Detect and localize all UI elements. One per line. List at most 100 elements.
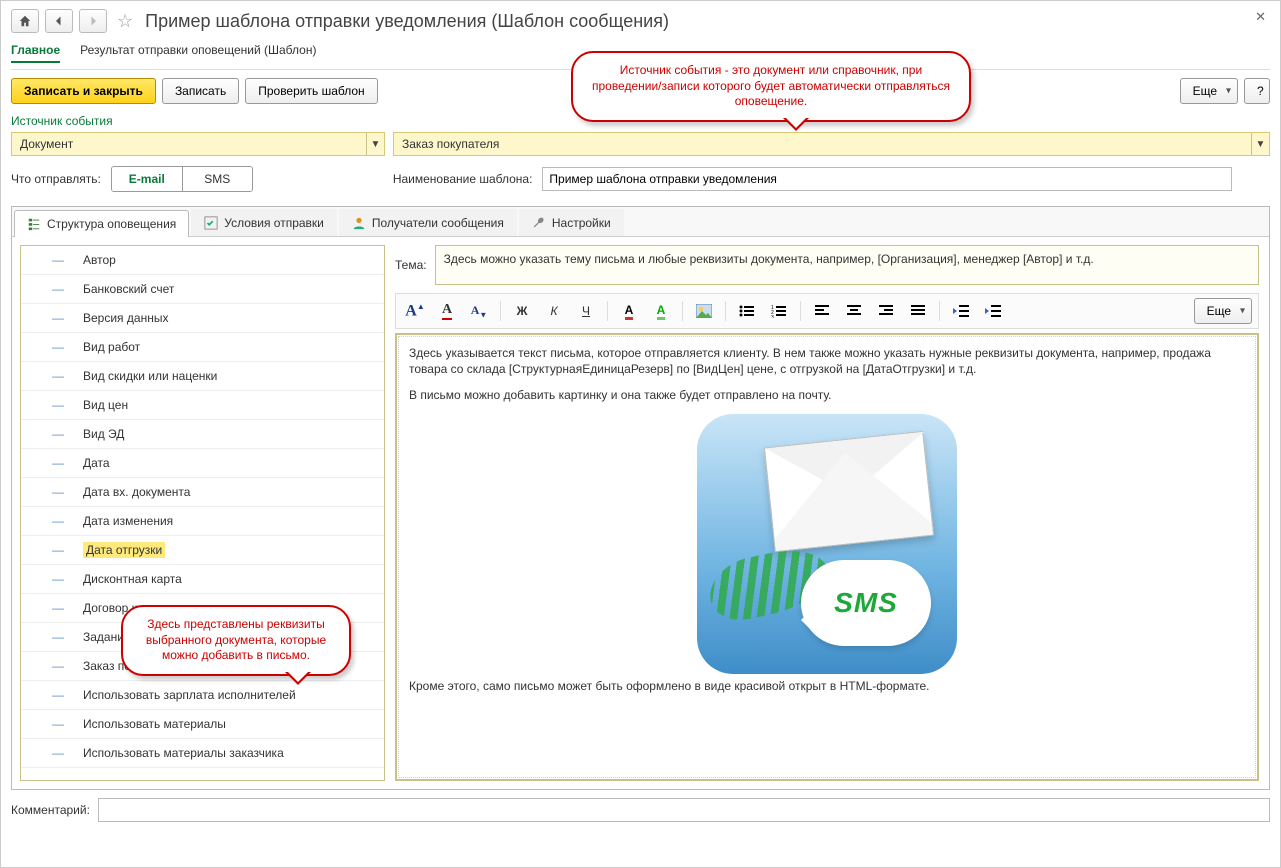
field-icon: — <box>51 427 65 441</box>
callout-text: Источник события - это документ или спра… <box>592 63 950 108</box>
tree-item-label: Дата <box>83 456 110 470</box>
tree-item-label: Версия данных <box>83 311 168 325</box>
align-justify-icon[interactable] <box>905 299 931 323</box>
toggle-sms[interactable]: SMS <box>182 167 252 191</box>
help-button[interactable]: ? <box>1244 78 1270 104</box>
rich-editor-toolbar: A▲ A A▼ Ж К Ч A A <box>395 293 1259 329</box>
body-paragraph: Здесь указывается текст письма, которое … <box>409 345 1245 377</box>
editor-more-button[interactable]: Еще <box>1194 298 1252 324</box>
source-object-dropdown[interactable]: Заказ покупателя ▼ <box>393 132 1270 156</box>
field-icon: — <box>51 688 65 702</box>
event-source-row: Документ ▼ Заказ покупателя ▼ <box>11 132 1270 156</box>
field-icon: — <box>51 746 65 760</box>
bullet-list-icon[interactable] <box>734 299 760 323</box>
field-icon: — <box>51 514 65 528</box>
underline-icon[interactable]: Ч <box>573 299 599 323</box>
outdent-icon[interactable] <box>948 299 974 323</box>
sms-illustration: SMS <box>697 414 957 674</box>
notification-tabbox: Структура оповещения Условия отправки По… <box>11 206 1270 790</box>
attributes-tree[interactable]: —Автор—Банковский счет—Версия данных—Вид… <box>20 245 385 781</box>
separator <box>800 301 801 321</box>
field-icon: — <box>51 543 65 557</box>
separator <box>607 301 608 321</box>
send-options-row: Что отправлять: E-mail SMS Наименование … <box>11 166 1270 192</box>
close-button[interactable]: ✕ <box>1255 9 1266 25</box>
tree-item[interactable]: —Использовать зарплата исполнителей <box>21 681 384 710</box>
editor-pane: Тема: Здесь можно указать тему письма и … <box>389 237 1269 789</box>
tree-item[interactable]: —Использовать материалы <box>21 710 384 739</box>
tree-item[interactable]: —Дата изменения <box>21 507 384 536</box>
comment-input[interactable] <box>98 798 1270 822</box>
highlight-color-icon[interactable]: A <box>648 299 674 323</box>
save-button[interactable]: Записать <box>162 78 239 104</box>
check-template-button[interactable]: Проверить шаблон <box>245 78 377 104</box>
field-icon: — <box>51 601 65 615</box>
tree-item[interactable]: —Дисконтная карта <box>21 565 384 594</box>
tab-settings[interactable]: Настройки <box>519 209 624 236</box>
back-button[interactable] <box>45 9 73 33</box>
tree-item[interactable]: — Дата отгрузки <box>21 536 384 565</box>
body-paragraph: Кроме этого, само письмо может быть офор… <box>409 678 1245 694</box>
subject-label: Тема: <box>395 258 427 272</box>
field-icon: — <box>51 398 65 412</box>
tree-item[interactable]: — Версия данных <box>21 304 384 333</box>
tab-conditions[interactable]: Условия отправки <box>191 209 337 236</box>
field-icon: — <box>51 369 65 383</box>
tab-structure[interactable]: Структура оповещения <box>14 210 189 237</box>
bold-icon[interactable]: Ж <box>509 299 535 323</box>
tab-recipients[interactable]: Получатели сообщения <box>339 209 517 236</box>
separator <box>682 301 683 321</box>
field-icon: — <box>51 282 65 296</box>
field-icon: — <box>51 572 65 586</box>
chevron-down-icon: ▼ <box>366 133 384 155</box>
save-and-close-button[interactable]: Записать и закрыть <box>11 78 156 104</box>
align-left-icon[interactable] <box>809 299 835 323</box>
text-color-icon[interactable]: A <box>616 299 642 323</box>
tree-item[interactable]: —Дата вх. документа <box>21 478 384 507</box>
italic-icon[interactable]: К <box>541 299 567 323</box>
font-size-decrease-icon[interactable]: A▼ <box>466 299 492 323</box>
subject-input[interactable]: Здесь можно указать тему письма и любые … <box>435 245 1259 285</box>
tree-item-label: Дата отгрузки <box>83 542 165 558</box>
source-type-dropdown[interactable]: Документ ▼ <box>11 132 385 156</box>
align-center-icon[interactable] <box>841 299 867 323</box>
callout-event-source: Источник события - это документ или спра… <box>571 51 971 122</box>
favorite-star-icon[interactable]: ☆ <box>117 11 133 32</box>
font-color-icon[interactable]: A <box>434 299 460 323</box>
font-size-increase-icon[interactable]: A▲ <box>402 299 428 323</box>
callout-text: Здесь представлены реквизиты выбранного … <box>146 617 326 662</box>
tree-item-label: Использовать материалы заказчика <box>83 746 284 760</box>
tree-item[interactable]: —Дата <box>21 449 384 478</box>
forward-button[interactable] <box>79 9 107 33</box>
tree-item[interactable]: —Вид ЭД <box>21 420 384 449</box>
insert-image-icon[interactable] <box>691 299 717 323</box>
email-body-editor[interactable]: Здесь указывается текст письма, которое … <box>395 333 1259 781</box>
comment-row: Комментарий: <box>11 798 1270 822</box>
tab-main[interactable]: Главное <box>11 43 60 63</box>
tree-icon <box>27 217 41 231</box>
tab-results[interactable]: Результат отправки оповещений (Шаблон) <box>80 43 316 63</box>
more-menu-button[interactable]: Еще <box>1180 78 1238 104</box>
tree-item-label: Вид скидки или наценки <box>83 369 217 383</box>
subject-row: Тема: Здесь можно указать тему письма и … <box>395 245 1259 285</box>
field-icon: — <box>51 311 65 325</box>
template-name-input[interactable] <box>542 167 1232 191</box>
tree-item[interactable]: —Вид работ <box>21 333 384 362</box>
tree-item[interactable]: — Вид скидки или наценки <box>21 362 384 391</box>
tree-item-label: Использовать материалы <box>83 717 226 731</box>
separator <box>939 301 940 321</box>
page-title: Пример шаблона отправки уведомления (Шаб… <box>145 11 669 32</box>
numbered-list-icon[interactable]: 123 <box>766 299 792 323</box>
tab-bar: Структура оповещения Условия отправки По… <box>12 207 1269 237</box>
toggle-email[interactable]: E-mail <box>112 167 182 191</box>
align-right-icon[interactable] <box>873 299 899 323</box>
indent-icon[interactable] <box>980 299 1006 323</box>
home-button[interactable] <box>11 9 39 33</box>
tree-item[interactable]: —Автор <box>21 246 384 275</box>
source-type-value: Документ <box>12 137 366 151</box>
tree-item[interactable]: — Использовать материалы заказчика <box>21 739 384 768</box>
body-paragraph: В письмо можно добавить картинку и она т… <box>409 387 1245 403</box>
top-navbar: ☆ Пример шаблона отправки уведомления (Ш… <box>11 9 1270 33</box>
tree-item[interactable]: —Банковский счет <box>21 275 384 304</box>
tree-item[interactable]: —Вид цен <box>21 391 384 420</box>
